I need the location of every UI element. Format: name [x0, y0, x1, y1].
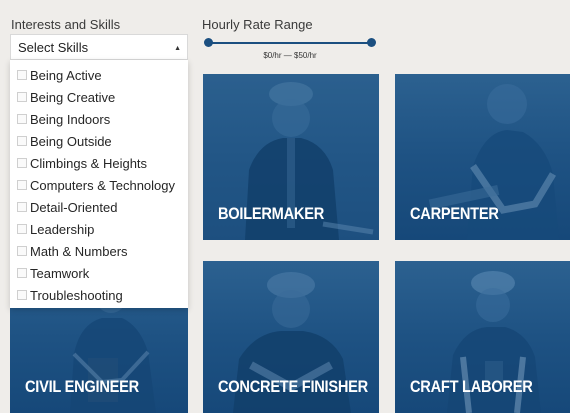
career-title: CARPENTER: [410, 204, 499, 223]
career-title: BOILERMAKER: [218, 204, 325, 223]
skills-dropdown: Being Active Being Creative Being Indoors B…: [10, 60, 188, 308]
slider-handle-max[interactable]: [367, 38, 376, 47]
skill-option-label: Teamwork: [30, 265, 90, 281]
caret-up-icon: ▲: [174, 45, 181, 52]
skill-option-label: Troubleshooting: [30, 287, 123, 303]
skill-option[interactable]: Computers & Technology: [10, 174, 188, 196]
skill-option-label: Detail-Oriented: [30, 199, 118, 215]
skill-option[interactable]: Climbings & Heights: [10, 152, 188, 174]
skill-option[interactable]: Teamwork: [10, 262, 188, 284]
skill-checkbox[interactable]: [17, 136, 27, 146]
career-card-concrete-finisher[interactable]: CONCRETE FINISHER: [203, 261, 379, 413]
career-title: CIVIL ENGINEER: [25, 377, 139, 396]
rate-range-slider[interactable]: [204, 38, 376, 48]
skill-checkbox[interactable]: [17, 202, 27, 212]
skills-select-value: Select Skills: [18, 40, 89, 55]
skill-checkbox[interactable]: [17, 158, 27, 168]
skill-option[interactable]: Being Creative: [10, 86, 188, 108]
skill-option-label: Being Active: [30, 67, 102, 83]
skill-checkbox[interactable]: [17, 70, 27, 80]
skill-checkbox[interactable]: [17, 114, 27, 124]
skill-option-label: Being Outside: [30, 133, 112, 149]
skill-option-label: Being Indoors: [30, 111, 111, 127]
skill-option[interactable]: Leadership: [10, 218, 188, 240]
career-card-craft-laborer[interactable]: CRAFT LABORER: [395, 261, 570, 413]
skill-option-label: Climbings & Heights: [30, 155, 148, 171]
skill-option-label: Being Creative: [30, 89, 116, 105]
skill-option-label: Leadership: [30, 221, 95, 237]
skill-option-label: Computers & Technology: [30, 177, 176, 193]
skills-filter-label: Interests and Skills: [11, 17, 121, 32]
slider-handle-min[interactable]: [204, 38, 213, 47]
career-card-carpenter[interactable]: CARPENTER: [395, 74, 570, 240]
career-title: CRAFT LABORER: [410, 377, 533, 396]
skill-checkbox[interactable]: [17, 290, 27, 300]
career-title: CONCRETE FINISHER: [218, 377, 368, 396]
skill-checkbox[interactable]: [17, 180, 27, 190]
skill-option[interactable]: Troubleshooting: [10, 284, 188, 306]
skill-checkbox[interactable]: [17, 268, 27, 278]
skill-checkbox[interactable]: [17, 224, 27, 234]
skills-select[interactable]: Select Skills ▲: [10, 34, 188, 60]
skill-checkbox[interactable]: [17, 246, 27, 256]
skill-option-label: Math & Numbers: [30, 243, 128, 259]
skill-option[interactable]: Being Active: [10, 64, 188, 86]
skill-option[interactable]: Being Outside: [10, 130, 188, 152]
skill-checkbox[interactable]: [17, 92, 27, 102]
skill-option[interactable]: Detail-Oriented: [10, 196, 188, 218]
rate-range-value: $0/hr — $50/hr: [263, 51, 317, 60]
career-card-boilermaker[interactable]: BOILERMAKER: [203, 74, 379, 240]
skill-option[interactable]: Being Indoors: [10, 108, 188, 130]
slider-fill: [208, 42, 372, 44]
rate-filter-label: Hourly Rate Range: [202, 17, 313, 32]
skill-option[interactable]: Math & Numbers: [10, 240, 188, 262]
